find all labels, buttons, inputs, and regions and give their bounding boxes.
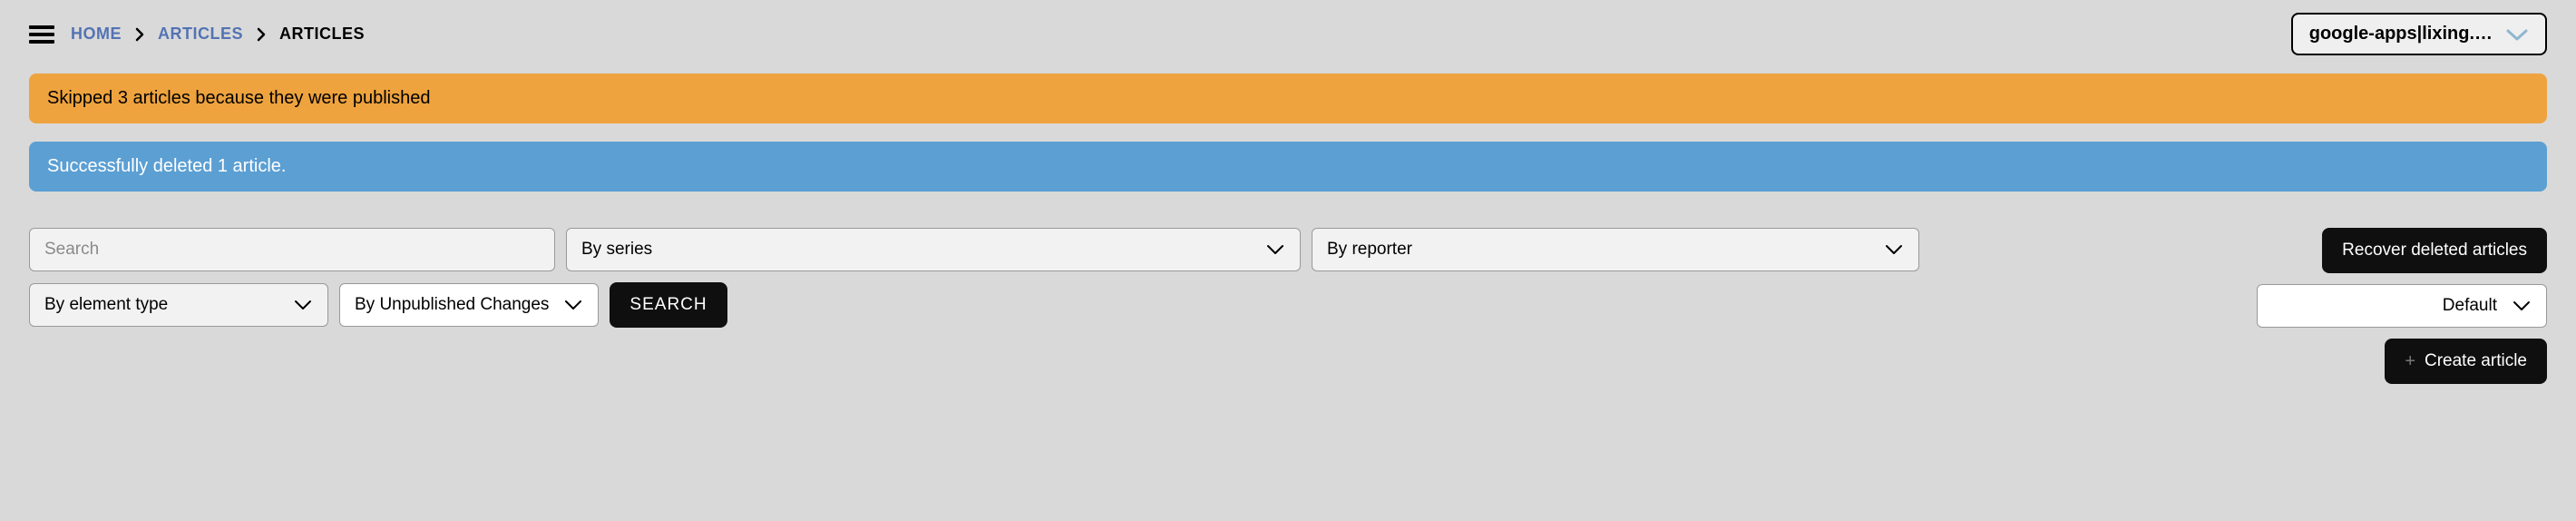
chevron-down-icon [1265, 243, 1285, 256]
filter-by-reporter-label: By reporter [1327, 240, 1412, 260]
create-article-label: Create article [2425, 351, 2527, 371]
alert-warning-text: Skipped 3 articles because they were pub… [47, 88, 430, 108]
chevron-down-icon [2505, 27, 2529, 42]
menu-icon[interactable] [29, 25, 54, 44]
header-row: HOME ARTICLES ARTICLES google-apps|lixin… [29, 13, 2547, 55]
filter-by-unpublished[interactable]: By Unpublished Changes [339, 283, 599, 327]
filter-left: By series By reporter By element type By… [29, 228, 2220, 328]
header-left: HOME ARTICLES ARTICLES [29, 25, 365, 44]
sort-default-label: Default [2443, 296, 2497, 316]
chevron-down-icon [293, 299, 313, 311]
alert-info-text: Successfully deleted 1 article. [47, 156, 286, 176]
filter-by-element-type-label: By element type [44, 295, 168, 315]
search-button[interactable]: SEARCH [610, 282, 727, 328]
recover-deleted-button[interactable]: Recover deleted articles [2322, 228, 2547, 273]
filter-by-series-label: By series [581, 240, 652, 260]
breadcrumb-current: ARTICLES [279, 25, 365, 44]
filter-by-series[interactable]: By series [566, 228, 1301, 271]
alert-info: Successfully deleted 1 article. [29, 142, 2547, 192]
filter-by-reporter[interactable]: By reporter [1312, 228, 1919, 271]
chevron-down-icon [1884, 243, 1904, 256]
chevron-down-icon [563, 299, 583, 311]
search-input[interactable] [29, 228, 555, 271]
breadcrumb-articles[interactable]: ARTICLES [158, 25, 243, 44]
plus-icon: + [2405, 352, 2415, 370]
user-label: google-apps|lixing.… [2309, 24, 2493, 44]
chevron-right-icon [134, 27, 145, 42]
filter-area: By series By reporter By element type By… [29, 228, 2547, 384]
chevron-down-icon [2512, 300, 2532, 312]
filter-right: Recover deleted articles Default + Creat… [2257, 228, 2547, 384]
alert-warning: Skipped 3 articles because they were pub… [29, 74, 2547, 123]
search-field[interactable] [44, 240, 540, 260]
filter-by-unpublished-label: By Unpublished Changes [355, 295, 549, 315]
user-dropdown[interactable]: google-apps|lixing.… [2291, 13, 2547, 55]
filter-by-element-type[interactable]: By element type [29, 283, 328, 327]
chevron-right-icon [256, 27, 267, 42]
sort-default[interactable]: Default [2257, 284, 2547, 328]
create-article-button[interactable]: + Create article [2385, 339, 2547, 384]
breadcrumb: HOME ARTICLES ARTICLES [71, 25, 365, 44]
breadcrumb-home[interactable]: HOME [71, 25, 122, 44]
